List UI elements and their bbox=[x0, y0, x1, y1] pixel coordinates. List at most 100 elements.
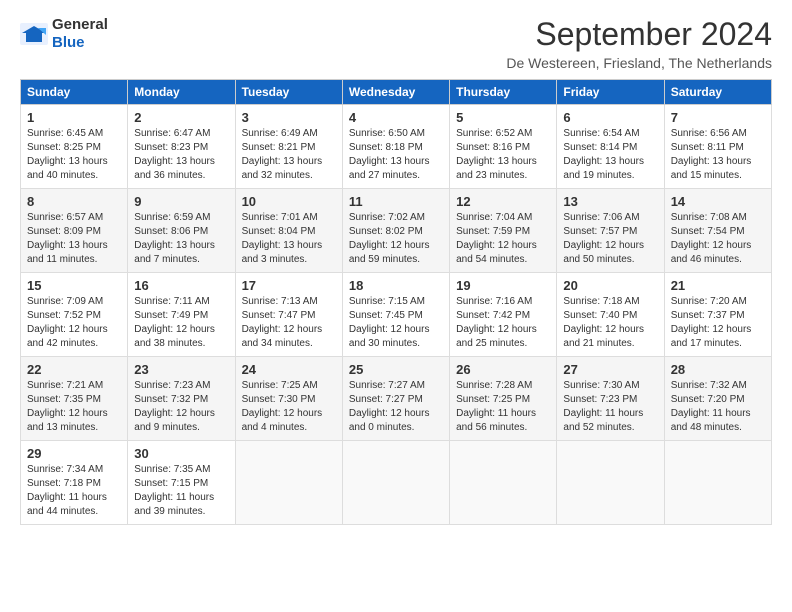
calendar-cell: 20 Sunrise: 7:18 AM Sunset: 7:40 PM Dayli… bbox=[557, 273, 664, 357]
day-info: Sunrise: 7:13 AM Sunset: 7:47 PM Dayligh… bbox=[242, 295, 336, 351]
day-number: 30 bbox=[134, 446, 228, 461]
header-wednesday: Wednesday bbox=[342, 80, 449, 105]
day-info: Sunrise: 6:54 AM Sunset: 8:14 PM Dayligh… bbox=[563, 127, 657, 183]
header-tuesday: Tuesday bbox=[235, 80, 342, 105]
day-number: 23 bbox=[134, 362, 228, 377]
day-number: 20 bbox=[563, 278, 657, 293]
calendar-week-3: 15Sunrise: 7:09 AM Sunset: 7:52 PM Dayli… bbox=[21, 273, 772, 357]
header: General Blue September 2024 De Westereen… bbox=[20, 16, 772, 71]
logo-general: General bbox=[52, 16, 108, 33]
day-info: Sunrise: 6:50 AM Sunset: 8:18 PM Dayligh… bbox=[349, 127, 443, 183]
calendar-cell: 7 Sunrise: 6:56 AM Sunset: 8:11 PM Daylig… bbox=[664, 105, 771, 189]
day-info: Sunrise: 6:49 AM Sunset: 8:21 PM Dayligh… bbox=[242, 127, 336, 183]
day-number: 26 bbox=[456, 362, 550, 377]
calendar-cell: 6 Sunrise: 6:54 AM Sunset: 8:14 PM Daylig… bbox=[557, 105, 664, 189]
logo-text: General Blue bbox=[52, 16, 108, 52]
calendar-week-1: 1Sunrise: 6:45 AM Sunset: 8:25 PM Daylig… bbox=[21, 105, 772, 189]
header-saturday: Saturday bbox=[664, 80, 771, 105]
day-info: Sunrise: 7:15 AM Sunset: 7:45 PM Dayligh… bbox=[349, 295, 443, 351]
day-info: Sunrise: 6:52 AM Sunset: 8:16 PM Dayligh… bbox=[456, 127, 550, 183]
logo-icon bbox=[20, 23, 48, 45]
header-friday: Friday bbox=[557, 80, 664, 105]
calendar-cell: 10 Sunrise: 7:01 AM Sunset: 8:04 PM Dayli… bbox=[235, 189, 342, 273]
day-info: Sunrise: 7:23 AM Sunset: 7:32 PM Dayligh… bbox=[134, 379, 228, 435]
day-number: 18 bbox=[349, 278, 443, 293]
day-number: 22 bbox=[27, 362, 121, 377]
day-info: Sunrise: 7:16 AM Sunset: 7:42 PM Dayligh… bbox=[456, 295, 550, 351]
header-monday: Monday bbox=[128, 80, 235, 105]
day-info: Sunrise: 7:20 AM Sunset: 7:37 PM Dayligh… bbox=[671, 295, 765, 351]
day-number: 5 bbox=[456, 110, 550, 125]
calendar-week-4: 22 Sunrise: 7:21 AM Sunset: 7:35 PM Dayli… bbox=[21, 357, 772, 441]
header-sunday: Sunday bbox=[21, 80, 128, 105]
calendar-cell: 4 Sunrise: 6:50 AM Sunset: 8:18 PM Daylig… bbox=[342, 105, 449, 189]
day-number: 4 bbox=[349, 110, 443, 125]
calendar-cell: 13 Sunrise: 7:06 AM Sunset: 7:57 PM Dayli… bbox=[557, 189, 664, 273]
logo: General Blue bbox=[20, 16, 108, 52]
calendar-cell bbox=[342, 441, 449, 525]
calendar-week-2: 8 Sunrise: 6:57 AM Sunset: 8:09 PM Daylig… bbox=[21, 189, 772, 273]
day-number: 19 bbox=[456, 278, 550, 293]
day-number: 10 bbox=[242, 194, 336, 209]
calendar-cell: 3 Sunrise: 6:49 AM Sunset: 8:21 PM Daylig… bbox=[235, 105, 342, 189]
calendar-cell: 2 Sunrise: 6:47 AM Sunset: 8:23 PM Daylig… bbox=[128, 105, 235, 189]
calendar-cell: 16 Sunrise: 7:11 AM Sunset: 7:49 PM Dayli… bbox=[128, 273, 235, 357]
day-info: Sunrise: 7:06 AM Sunset: 7:57 PM Dayligh… bbox=[563, 211, 657, 267]
day-number: 7 bbox=[671, 110, 765, 125]
day-info: Sunrise: 6:59 AM Sunset: 8:06 PM Dayligh… bbox=[134, 211, 228, 267]
day-info: Sunrise: 7:04 AM Sunset: 7:59 PM Dayligh… bbox=[456, 211, 550, 267]
header-thursday: Thursday bbox=[450, 80, 557, 105]
title-block: September 2024 De Westereen, Friesland, … bbox=[506, 16, 772, 71]
day-number: 3 bbox=[242, 110, 336, 125]
calendar-cell: 24 Sunrise: 7:25 AM Sunset: 7:30 PM Dayli… bbox=[235, 357, 342, 441]
day-info: Sunrise: 6:56 AM Sunset: 8:11 PM Dayligh… bbox=[671, 127, 765, 183]
day-number: 29 bbox=[27, 446, 121, 461]
calendar-cell: 14Sunrise: 7:08 AM Sunset: 7:54 PM Dayli… bbox=[664, 189, 771, 273]
day-number: 6 bbox=[563, 110, 657, 125]
page: General Blue September 2024 De Westereen… bbox=[0, 0, 792, 541]
day-info: Sunrise: 7:25 AM Sunset: 7:30 PM Dayligh… bbox=[242, 379, 336, 435]
day-info: Sunrise: 7:30 AM Sunset: 7:23 PM Dayligh… bbox=[563, 379, 657, 435]
day-info: Sunrise: 7:35 AM Sunset: 7:15 PM Dayligh… bbox=[134, 463, 228, 519]
day-info: Sunrise: 7:18 AM Sunset: 7:40 PM Dayligh… bbox=[563, 295, 657, 351]
calendar-cell: 19 Sunrise: 7:16 AM Sunset: 7:42 PM Dayli… bbox=[450, 273, 557, 357]
calendar-cell: 18 Sunrise: 7:15 AM Sunset: 7:45 PM Dayli… bbox=[342, 273, 449, 357]
day-number: 2 bbox=[134, 110, 228, 125]
day-number: 21 bbox=[671, 278, 765, 293]
calendar-cell: 25 Sunrise: 7:27 AM Sunset: 7:27 PM Dayli… bbox=[342, 357, 449, 441]
day-info: Sunrise: 7:28 AM Sunset: 7:25 PM Dayligh… bbox=[456, 379, 550, 435]
day-info: Sunrise: 7:01 AM Sunset: 8:04 PM Dayligh… bbox=[242, 211, 336, 267]
day-info: Sunrise: 6:45 AM Sunset: 8:25 PM Dayligh… bbox=[27, 127, 121, 183]
day-number: 13 bbox=[563, 194, 657, 209]
calendar-header-row: SundayMondayTuesdayWednesdayThursdayFrid… bbox=[21, 80, 772, 105]
day-info: Sunrise: 7:21 AM Sunset: 7:35 PM Dayligh… bbox=[27, 379, 121, 435]
day-info: Sunrise: 7:34 AM Sunset: 7:18 PM Dayligh… bbox=[27, 463, 121, 519]
calendar-week-5: 29 Sunrise: 7:34 AM Sunset: 7:18 PM Dayli… bbox=[21, 441, 772, 525]
calendar-cell: 22 Sunrise: 7:21 AM Sunset: 7:35 PM Dayli… bbox=[21, 357, 128, 441]
day-info: Sunrise: 7:02 AM Sunset: 8:02 PM Dayligh… bbox=[349, 211, 443, 267]
day-number: 25 bbox=[349, 362, 443, 377]
day-info: Sunrise: 6:47 AM Sunset: 8:23 PM Dayligh… bbox=[134, 127, 228, 183]
calendar-cell: 26 Sunrise: 7:28 AM Sunset: 7:25 PM Dayli… bbox=[450, 357, 557, 441]
day-number: 14 bbox=[671, 194, 765, 209]
day-number: 17 bbox=[242, 278, 336, 293]
month-title: September 2024 bbox=[506, 16, 772, 53]
calendar-cell: 11Sunrise: 7:02 AM Sunset: 8:02 PM Dayli… bbox=[342, 189, 449, 273]
calendar-cell: 17 Sunrise: 7:13 AM Sunset: 7:47 PM Dayli… bbox=[235, 273, 342, 357]
day-number: 9 bbox=[134, 194, 228, 209]
day-info: Sunrise: 6:57 AM Sunset: 8:09 PM Dayligh… bbox=[27, 211, 121, 267]
day-number: 27 bbox=[563, 362, 657, 377]
calendar-cell: 28Sunrise: 7:32 AM Sunset: 7:20 PM Dayli… bbox=[664, 357, 771, 441]
logo-blue: Blue bbox=[52, 34, 85, 51]
calendar-cell: 30 Sunrise: 7:35 AM Sunset: 7:15 PM Dayli… bbox=[128, 441, 235, 525]
day-info: Sunrise: 7:27 AM Sunset: 7:27 PM Dayligh… bbox=[349, 379, 443, 435]
calendar-cell: 21 Sunrise: 7:20 AM Sunset: 7:37 PM Dayli… bbox=[664, 273, 771, 357]
calendar-cell: 5 Sunrise: 6:52 AM Sunset: 8:16 PM Daylig… bbox=[450, 105, 557, 189]
day-number: 16 bbox=[134, 278, 228, 293]
day-info: Sunrise: 7:09 AM Sunset: 7:52 PM Dayligh… bbox=[27, 295, 121, 351]
calendar-cell: 23 Sunrise: 7:23 AM Sunset: 7:32 PM Dayli… bbox=[128, 357, 235, 441]
day-number: 24 bbox=[242, 362, 336, 377]
day-info: Sunrise: 7:11 AM Sunset: 7:49 PM Dayligh… bbox=[134, 295, 228, 351]
day-number: 8 bbox=[27, 194, 121, 209]
location: De Westereen, Friesland, The Netherlands bbox=[506, 55, 772, 71]
